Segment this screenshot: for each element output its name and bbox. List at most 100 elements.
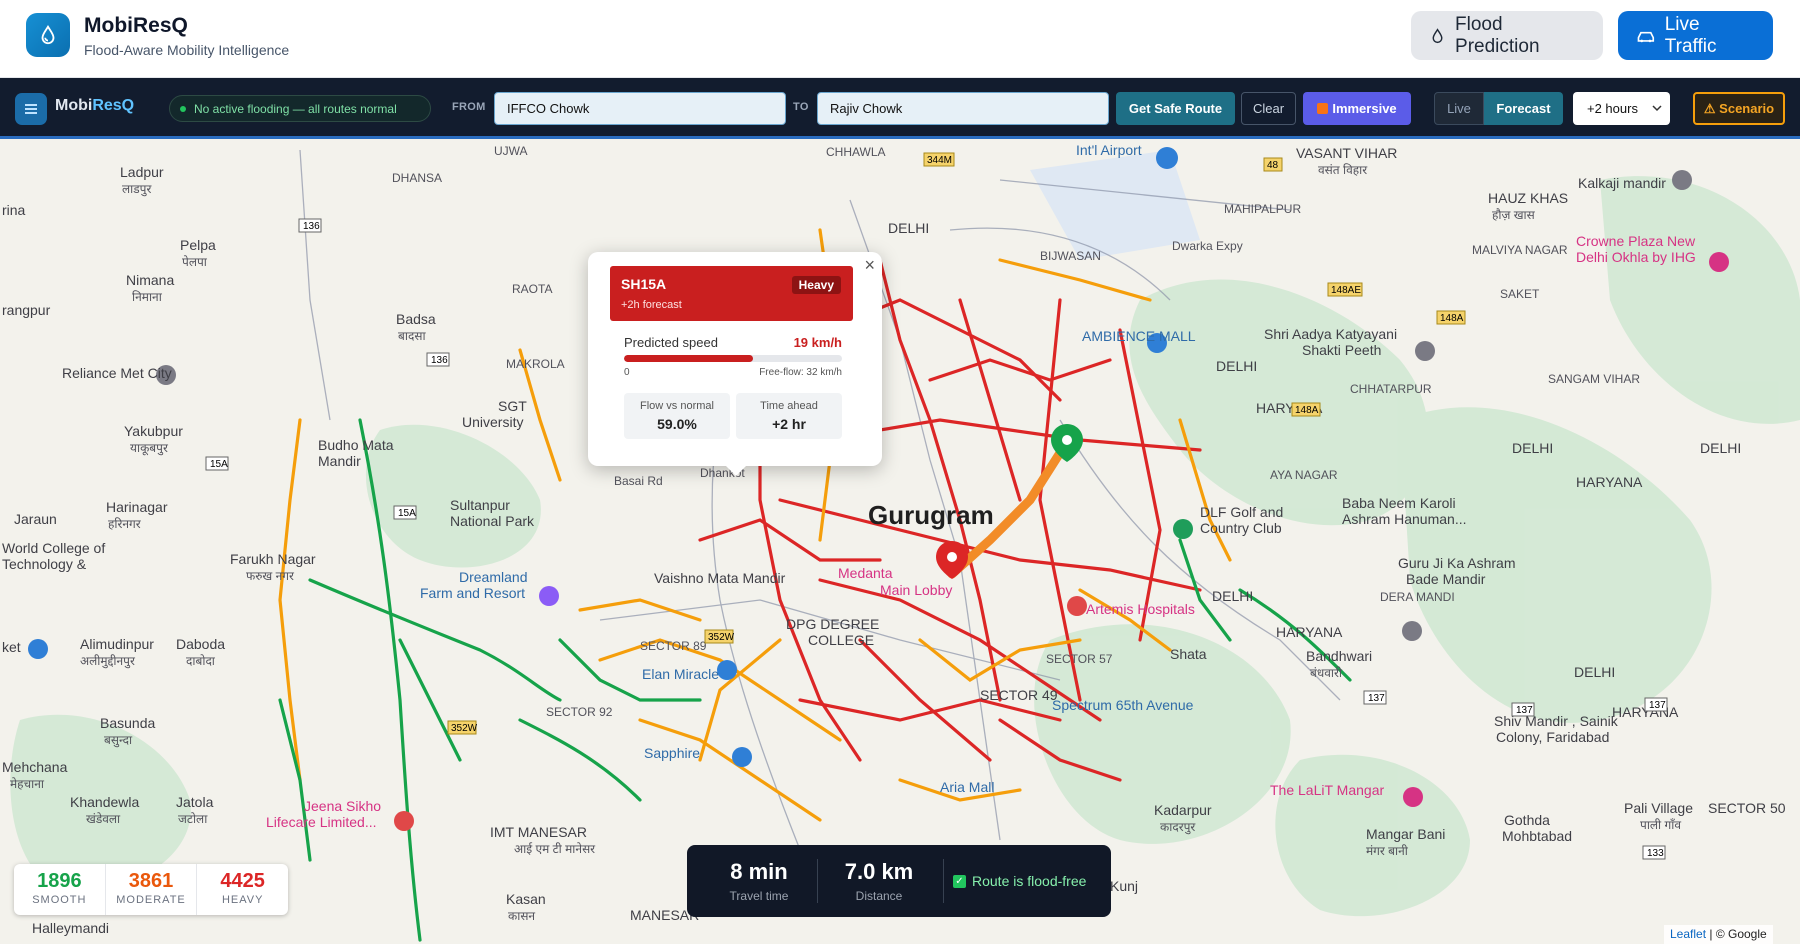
svg-text:Farukh Nagar: Farukh Nagar <box>230 551 316 567</box>
menu-button[interactable] <box>15 93 47 125</box>
congestion-badge: Heavy <box>791 276 841 294</box>
svg-text:Badsa: Badsa <box>396 311 436 327</box>
check-icon: ✓ <box>953 874 966 888</box>
svg-text:Khandewla: Khandewla <box>70 794 139 810</box>
svg-text:COLLEGE: COLLEGE <box>808 632 874 648</box>
svg-text:Aria Mall: Aria Mall <box>940 779 994 795</box>
svg-text:Sapphire: Sapphire <box>644 745 700 761</box>
travel-time-value: 8 min <box>730 859 788 884</box>
svg-text:बादसा: बादसा <box>398 329 426 343</box>
svg-text:344M: 344M <box>927 155 952 166</box>
svg-text:हौज़ खास: हौज़ खास <box>1492 208 1536 222</box>
svg-text:Budho Mata: Budho Mata <box>318 437 394 453</box>
moderate-count-label: MODERATE <box>116 894 186 906</box>
svg-text:352W: 352W <box>451 723 478 734</box>
traffic-map[interactable]: Ladpur लाडपुर Pelpa पेलपा Nimana निमाना Bad… <box>0 139 1800 944</box>
svg-text:Shata: Shata <box>1170 646 1207 662</box>
brand-part-a: Mobi <box>55 97 93 114</box>
svg-text:जटोला: जटोला <box>178 812 208 826</box>
from-label: FROM <box>452 101 486 113</box>
flood-status-pill: No active flooding — all routes normal <box>169 95 431 122</box>
svg-text:The LaLiT Mangar: The LaLiT Mangar <box>1270 782 1384 798</box>
live-traffic-label: Live Traffic <box>1664 13 1717 57</box>
svg-text:Ladpur: Ladpur <box>120 164 164 180</box>
svg-text:Kasan: Kasan <box>506 891 546 907</box>
map-attribution: Leaflet | © Google <box>1664 925 1773 944</box>
svg-text:Reliance Met City: Reliance Met City <box>62 365 172 381</box>
flow-vs-normal-stat: Flow vs normal 59.0% <box>624 393 730 439</box>
svg-text:Gothda: Gothda <box>1504 812 1550 828</box>
svg-text:Basunda: Basunda <box>100 715 155 731</box>
live-traffic-button[interactable]: Live Traffic <box>1618 11 1773 60</box>
hospital-icon <box>394 811 414 831</box>
time-ahead-label: Time ahead <box>760 400 818 412</box>
smooth-count-value: 1896 <box>37 870 82 892</box>
svg-text:SAKET: SAKET <box>1500 287 1540 301</box>
forecast-horizon-select[interactable]: +2 hours <box>1573 92 1670 125</box>
svg-text:HARYANA: HARYANA <box>1276 624 1343 640</box>
forecast-mode-button[interactable]: Forecast <box>1484 92 1563 125</box>
status-dot-icon <box>180 105 186 112</box>
hospital-icon <box>1067 596 1087 616</box>
svg-text:Main Lobby: Main Lobby <box>880 582 952 598</box>
scenario-button[interactable]: ⚠ Scenario <box>1693 92 1785 125</box>
svg-text:Dreamland: Dreamland <box>459 569 527 585</box>
immersive-button[interactable]: Immersive <box>1303 92 1411 125</box>
svg-text:DERA MANDI: DERA MANDI <box>1380 590 1455 604</box>
close-icon[interactable]: × <box>864 255 875 276</box>
svg-text:बसुन्दा: बसुन्दा <box>104 733 133 748</box>
immersive-icon <box>1317 103 1329 114</box>
svg-text:Alimudinpur: Alimudinpur <box>80 636 154 652</box>
svg-text:Pelpa: Pelpa <box>180 237 216 253</box>
svg-text:Pali Village: Pali Village <box>1624 800 1693 816</box>
smooth-count: 1896 SMOOTH <box>14 864 106 915</box>
svg-text:Mangar Bani: Mangar Bani <box>1366 826 1445 842</box>
svg-text:Yakubpur: Yakubpur <box>124 423 183 439</box>
svg-text:DELHI: DELHI <box>1512 440 1553 456</box>
svg-text:पाली गाँव: पाली गाँव <box>1640 818 1681 832</box>
route-summary-card: 8 min Travel time 7.0 km Distance ✓ Rout… <box>687 845 1111 917</box>
svg-text:Mehchana: Mehchana <box>2 759 68 775</box>
svg-text:वसंत विहार: वसंत विहार <box>1318 163 1368 177</box>
svg-text:48: 48 <box>1267 160 1279 171</box>
svg-text:खंडेवला: खंडेवला <box>86 812 121 826</box>
svg-text:136: 136 <box>303 221 320 232</box>
svg-text:Crowne Plaza New: Crowne Plaza New <box>1576 233 1696 249</box>
flood-free-status: ✓ Route is flood-free <box>953 873 1086 889</box>
svg-text:University: University <box>462 414 523 430</box>
hotel-icon <box>1403 787 1423 807</box>
svg-text:Shri Aadya Katyayani: Shri Aadya Katyayani <box>1264 326 1397 342</box>
map-canvas[interactable]: Ladpur लाडपुर Pelpa पेलपा Nimana निमाना Bad… <box>0 139 1800 944</box>
distance-value: 7.0 km <box>844 859 914 884</box>
get-safe-route-button[interactable]: Get Safe Route <box>1116 92 1235 125</box>
svg-text:VASANT VIHAR: VASANT VIHAR <box>1296 145 1397 161</box>
temple-icon <box>1672 170 1692 190</box>
to-input[interactable]: Rajiv Chowk <box>817 92 1109 125</box>
clear-button[interactable]: Clear <box>1241 92 1296 125</box>
horizon-value: +2 hours <box>1587 101 1638 116</box>
flood-free-text: Route is flood-free <box>972 873 1087 889</box>
from-input[interactable]: IFFCO Chowk <box>494 92 786 125</box>
svg-text:DELHI: DELHI <box>1212 588 1253 604</box>
svg-text:CHHAWLA: CHHAWLA <box>826 145 886 159</box>
heavy-count-label: HEAVY <box>221 894 264 906</box>
svg-text:Ashram Hanuman...: Ashram Hanuman... <box>1342 511 1467 527</box>
live-mode-button[interactable]: Live <box>1434 92 1484 125</box>
flood-prediction-button[interactable]: Flood Prediction <box>1411 11 1603 60</box>
svg-text:World College of: World College of <box>2 540 105 556</box>
leaflet-link[interactable]: Leaflet <box>1670 927 1706 941</box>
moderate-count: 3861 MODERATE <box>106 864 198 915</box>
svg-text:Elan Miracle: Elan Miracle <box>642 666 719 682</box>
svg-text:मेहचाना: मेहचाना <box>10 777 45 791</box>
svg-text:DELHI: DELHI <box>1700 440 1741 456</box>
svg-text:Jatola: Jatola <box>176 794 214 810</box>
svg-text:MAKROLA: MAKROLA <box>506 357 565 371</box>
svg-text:पेलपा: पेलपा <box>182 255 208 269</box>
google-attribution: © Google <box>1715 927 1767 941</box>
divider <box>817 859 818 903</box>
attribution-separator: | <box>1706 927 1716 941</box>
svg-text:Country Club: Country Club <box>1200 520 1282 536</box>
svg-text:MALVIYA NAGAR: MALVIYA NAGAR <box>1472 243 1568 257</box>
airport-icon[interactable] <box>1156 147 1178 169</box>
svg-text:133: 133 <box>1647 848 1664 859</box>
